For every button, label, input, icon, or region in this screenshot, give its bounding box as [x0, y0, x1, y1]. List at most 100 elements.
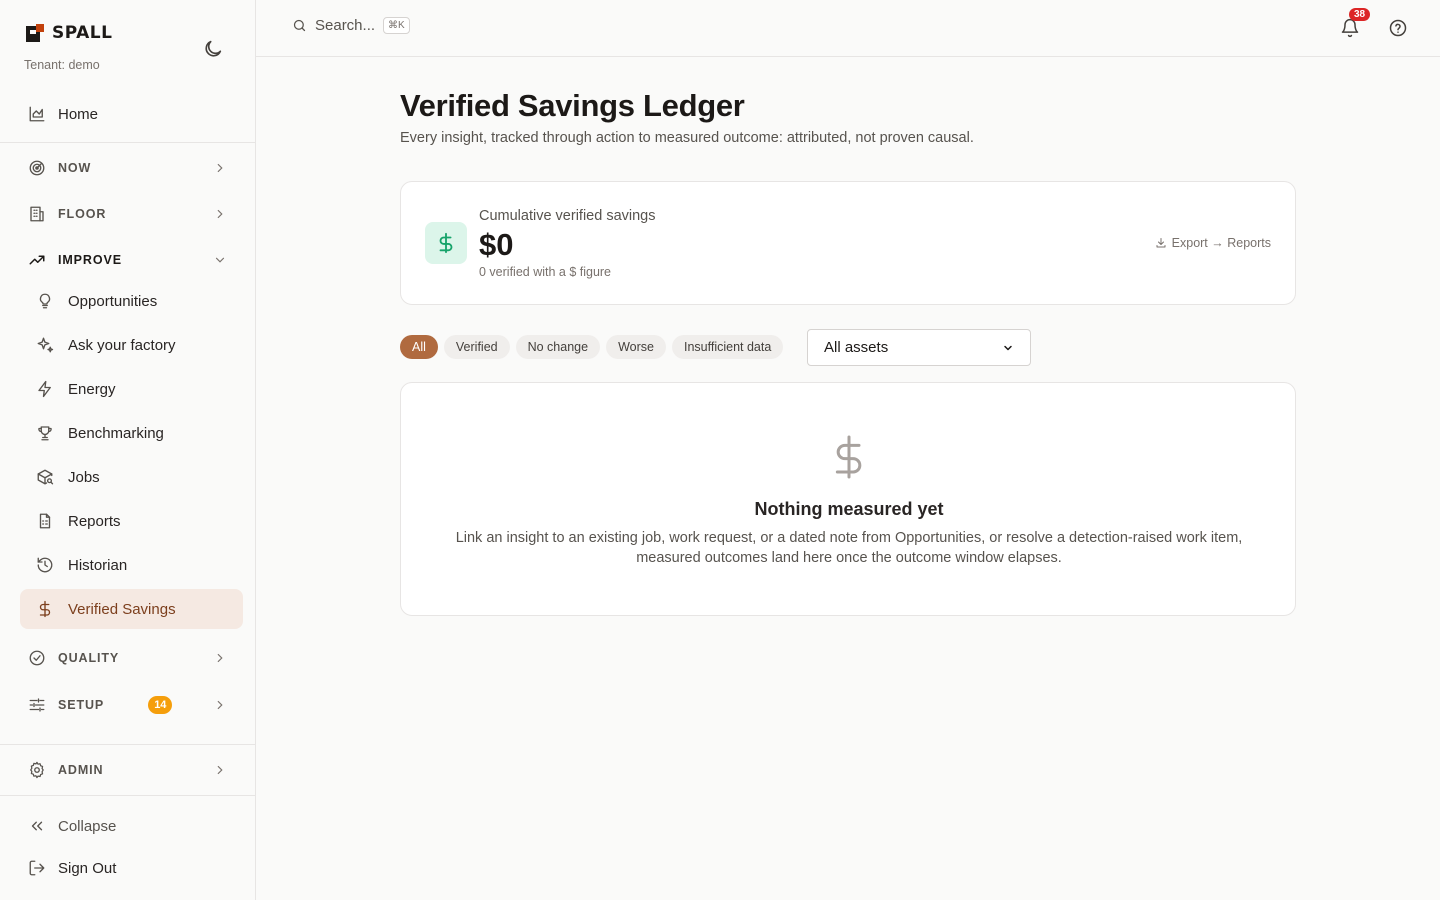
chevrons-left-icon [28, 817, 46, 835]
sidebar-section-label: ADMIN [58, 763, 104, 777]
search-icon [292, 18, 307, 33]
divider [0, 744, 255, 745]
search-shortcut-hint: ⌘K [383, 17, 410, 34]
filter-chip-worse[interactable]: Worse [606, 335, 666, 359]
sidebar-item-label: Jobs [68, 468, 100, 486]
sidebar-section-label: QUALITY [58, 651, 120, 665]
sidebar-item-label: Benchmarking [68, 424, 164, 442]
chevron-right-icon [213, 698, 227, 712]
sidebar-item-label: Historian [68, 556, 128, 574]
sidebar-item-historian[interactable]: Historian [20, 545, 243, 585]
collapse-sidebar-button[interactable]: Collapse [20, 806, 243, 846]
collapse-label: Collapse [58, 817, 117, 835]
sliders-icon [28, 696, 46, 714]
sidebar-item-label: Verified Savings [68, 600, 176, 618]
sidebar-item-benchmarking[interactable]: Benchmarking [20, 413, 243, 453]
empty-state-card: Nothing measured yet Link an insight to … [400, 382, 1296, 616]
sidebar-item-label: Opportunities [68, 292, 158, 310]
lightbulb-icon [36, 292, 54, 310]
top-bar: Search... ⌘K 38 [256, 0, 1440, 57]
notification-count-badge: 38 [1349, 8, 1371, 21]
sidebar-section-now[interactable]: NOW [20, 148, 243, 188]
tenant-label: Tenant: demo [24, 58, 100, 72]
bell-icon[interactable] [1340, 18, 1360, 38]
trending-up-icon [28, 251, 46, 269]
divider [0, 142, 255, 143]
sidebar-item-reports[interactable]: Reports [20, 501, 243, 541]
sidebar-item-energy[interactable]: Energy [20, 369, 243, 409]
file-spreadsheet-icon [36, 512, 54, 530]
setup-count-badge: 14 [148, 696, 173, 714]
sidebar-section-floor[interactable]: FLOOR [20, 194, 243, 234]
outcome-filter-chips: All Verified No change Worse Insufficien… [400, 335, 784, 359]
empty-state-body: Link an insight to an existing job, work… [437, 528, 1261, 568]
dollar-icon [36, 600, 54, 618]
sidebar-section-setup[interactable]: SETUP 14 [20, 685, 243, 725]
package-search-icon [36, 468, 54, 486]
sidebar-item-opportunities[interactable]: Opportunities [20, 281, 243, 321]
savings-value: $0 [479, 227, 514, 262]
cumulative-savings-card: Cumulative verified savings $0 0 verifie… [400, 181, 1296, 305]
empty-state-title: Nothing measured yet [754, 499, 944, 519]
chart-area-icon [28, 105, 46, 123]
zap-icon [36, 380, 54, 398]
chevron-right-icon [213, 207, 227, 221]
empty-state-body-line: Link an insight to an existing job, work… [455, 530, 1243, 546]
chevron-right-icon [213, 763, 227, 777]
gear-icon [28, 761, 46, 779]
savings-label: Cumulative verified savings [479, 208, 656, 224]
filter-chip-insufficient-data[interactable]: Insufficient data [671, 335, 784, 359]
sidebar-section-improve[interactable]: IMPROVE [20, 240, 243, 280]
sidebar-section-label: NOW [58, 161, 92, 175]
check-circle-icon [28, 649, 46, 667]
sidebar-section-quality[interactable]: QUALITY [20, 638, 243, 678]
sidebar-item-label: Ask your factory [68, 336, 176, 354]
sidebar-section-admin[interactable]: ADMIN [20, 750, 243, 790]
search-input[interactable]: Search... ⌘K [292, 17, 410, 34]
empty-state-body-line: measured outcomes land here once the out… [636, 550, 1062, 566]
filter-chip-verified[interactable]: Verified [443, 335, 510, 359]
chevron-down-icon [213, 253, 227, 267]
moon-icon[interactable] [202, 38, 224, 60]
asset-select[interactable]: All assets [807, 329, 1031, 366]
history-icon [36, 556, 54, 574]
sidebar: SPALL Tenant: demo Home NOW FLOOR IMPROV… [0, 0, 256, 900]
sign-out-button[interactable]: Sign Out [20, 848, 243, 888]
brand-name: SPALL [52, 23, 113, 43]
download-icon [1155, 237, 1167, 249]
sidebar-item-verified-savings[interactable]: Verified Savings [20, 589, 243, 629]
sidebar-section-label: FLOOR [58, 207, 107, 221]
sidebar-item-label: Energy [68, 380, 116, 398]
help-icon[interactable] [1388, 18, 1408, 38]
chevron-right-icon [213, 161, 227, 175]
export-to-reports-link[interactable]: Export → Reports [1155, 236, 1271, 250]
sidebar-section-label: IMPROVE [58, 253, 122, 267]
sidebar-item-home[interactable]: Home [20, 94, 243, 134]
dollar-icon [425, 222, 467, 264]
sparkles-icon [36, 336, 54, 354]
divider [0, 795, 255, 796]
log-out-icon [28, 859, 46, 877]
export-label: Export → Reports [1171, 236, 1271, 250]
sidebar-section-label: SETUP [58, 698, 105, 712]
page-title: Verified Savings Ledger [400, 88, 745, 123]
filter-chip-no-change[interactable]: No change [515, 335, 601, 359]
sidebar-item-ask-your-factory[interactable]: Ask your factory [20, 325, 243, 365]
trophy-icon [36, 424, 54, 442]
page-subtitle: Every insight, tracked through action to… [400, 130, 974, 146]
asset-select-value: All assets [824, 339, 889, 356]
savings-note: 0 verified with a $ figure [479, 265, 612, 279]
building-icon [28, 205, 46, 223]
logo-icon [24, 22, 46, 44]
brand-logo[interactable]: SPALL [24, 22, 112, 44]
chevron-right-icon [213, 651, 227, 665]
dollar-icon [829, 433, 869, 481]
chevron-down-icon [1002, 342, 1014, 354]
filter-chip-all[interactable]: All [400, 335, 438, 359]
sidebar-item-jobs[interactable]: Jobs [20, 457, 243, 497]
sign-out-label: Sign Out [58, 859, 117, 877]
sidebar-item-label: Home [58, 105, 99, 123]
sidebar-item-label: Reports [68, 512, 121, 530]
search-placeholder: Search... [315, 17, 376, 34]
radar-icon [28, 159, 46, 177]
